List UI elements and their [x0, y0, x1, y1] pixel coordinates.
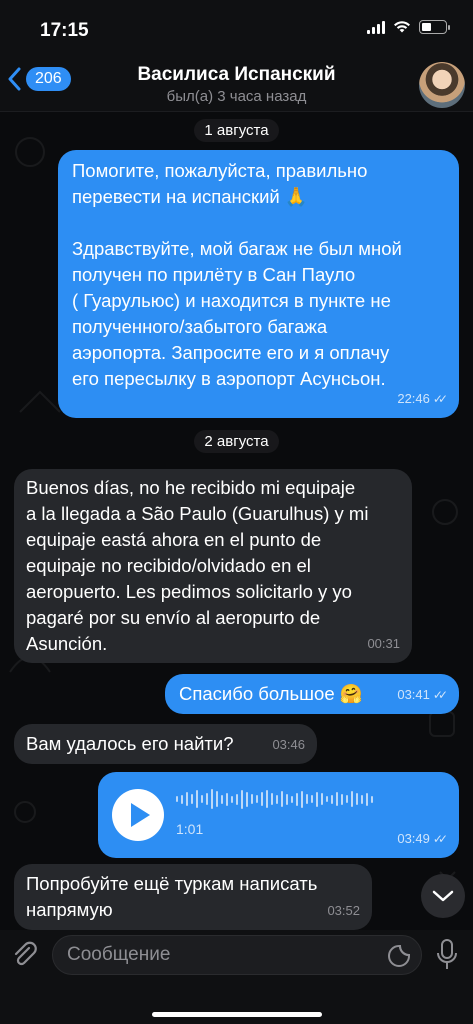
chevron-down-icon — [432, 890, 454, 902]
play-button[interactable] — [112, 789, 164, 841]
incoming-message[interactable]: Попробуйте ещё туркам написать напрямую … — [14, 864, 372, 930]
outgoing-voice-message[interactable]: 1:01 03:49 ✓✓ — [98, 772, 459, 858]
message-time: 03:52 — [327, 903, 360, 918]
message-composer — [0, 930, 473, 1024]
battery-icon — [419, 20, 450, 34]
incoming-message[interactable]: Вам удалось его найти? 03:46 — [14, 724, 317, 764]
message-meta: 03:46 — [272, 732, 305, 758]
cellular-signal-icon — [367, 20, 385, 34]
message-time: 03:41 — [397, 687, 430, 702]
message-meta: 03:52 — [327, 898, 360, 924]
message-meta: 22:46 ✓✓ — [397, 386, 448, 412]
scroll-to-bottom-button[interactable] — [421, 874, 465, 918]
voice-content: 1:01 — [176, 788, 373, 842]
status-time: 17:15 — [40, 20, 89, 41]
home-indicator — [152, 1012, 322, 1017]
message-time: 03:46 — [272, 737, 305, 752]
chat-header: 206 Василиса Испанский был(а) 3 часа наз… — [0, 56, 473, 112]
status-icons — [367, 20, 450, 34]
date-separator: 2 августа — [0, 430, 473, 453]
battery-level — [422, 23, 431, 31]
voice-waveform[interactable] — [176, 788, 373, 810]
message-time: 00:31 — [367, 636, 400, 651]
wifi-icon — [394, 21, 410, 33]
double-check-icon: ✓✓ — [432, 392, 448, 406]
incoming-message[interactable]: Buenos días, no he recibido mi equipaje … — [14, 469, 412, 663]
attach-paperclip-icon[interactable] — [10, 940, 40, 970]
status-bar: 17:15 — [0, 0, 473, 56]
message-input-field[interactable] — [52, 935, 422, 975]
message-meta: 03:49 ✓✓ — [397, 826, 448, 852]
microphone-icon[interactable] — [435, 938, 459, 972]
date-separator: 1 августа — [0, 119, 473, 142]
message-text: Buenos días, no he recibido mi equipaje … — [26, 477, 369, 654]
message-meta: 00:31 — [367, 631, 400, 657]
message-input[interactable] — [67, 936, 367, 974]
contact-avatar[interactable] — [419, 62, 465, 108]
message-text: Попробуйте ещё туркам написать напрямую — [26, 873, 318, 920]
message-list[interactable]: 1 августа Помогите, пожалуйста, правильн… — [0, 112, 473, 930]
contact-last-seen: был(а) 3 часа назад — [166, 88, 307, 105]
double-check-icon: ✓✓ — [432, 688, 448, 702]
voice-duration: 1:01 — [176, 821, 204, 837]
message-text: Вам удалось его найти? — [26, 733, 234, 754]
sticker-icon[interactable] — [387, 944, 411, 968]
message-time: 22:46 — [397, 391, 430, 406]
message-text: Помогите, пожалуйста, правильно перевест… — [72, 160, 402, 389]
outgoing-message[interactable]: Спасибо большое 🤗 03:41 ✓✓ — [165, 674, 459, 714]
message-time: 03:49 — [397, 831, 430, 846]
contact-name[interactable]: Василиса Испанский — [0, 64, 473, 86]
outgoing-message[interactable]: Помогите, пожалуйста, правильно перевест… — [58, 150, 459, 418]
play-icon — [131, 803, 150, 827]
message-meta: 03:41 ✓✓ — [397, 682, 448, 708]
double-check-icon: ✓✓ — [432, 832, 448, 846]
